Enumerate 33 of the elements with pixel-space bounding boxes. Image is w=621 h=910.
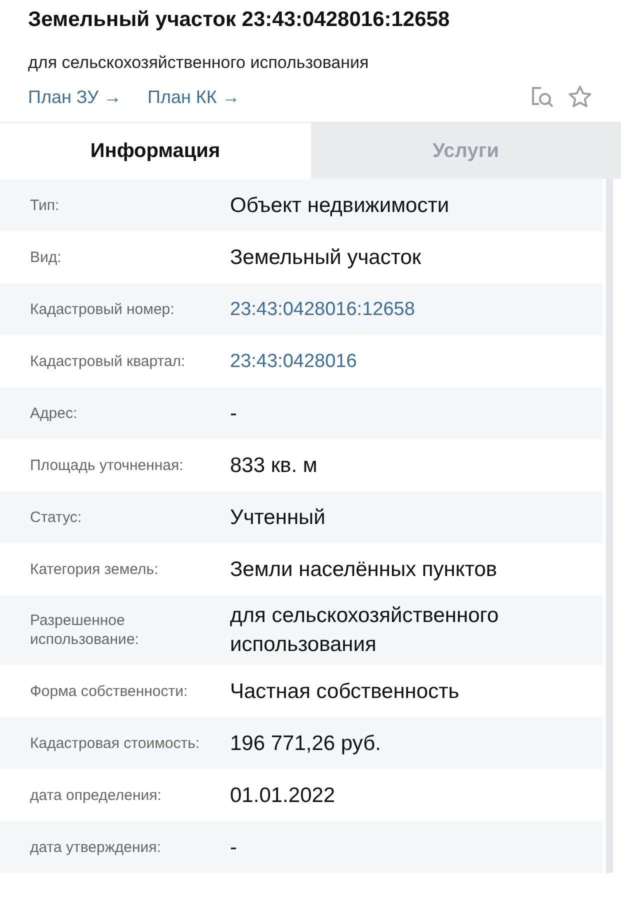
page-title: Земельный участок 23:43:0428016:12658: [28, 7, 451, 33]
field-label: Кадастровый квартал:: [30, 352, 186, 370]
scrollbar[interactable]: [606, 179, 613, 873]
field-label: Категория земель:: [30, 560, 160, 578]
search-document-icon[interactable]: [529, 84, 555, 110]
field-value: для сельскохозяйственного использования: [230, 603, 500, 658]
field-label: Статус:: [30, 508, 83, 526]
field-label: Тип:: [30, 196, 60, 214]
field-value: -: [230, 834, 238, 860]
field-label: Вид:: [30, 248, 62, 266]
field-value: 196 771,26 руб.: [230, 730, 382, 756]
plan-link[interactable]: План ЗУ →: [28, 86, 122, 108]
subtitle: для сельскохозяйственного использования: [28, 52, 370, 74]
field-label: Площадь уточненная:: [30, 456, 184, 474]
star-icon[interactable]: [567, 84, 593, 110]
field-label: Кадастровая стоимость:: [30, 734, 201, 752]
field-label: Форма собственности:: [30, 682, 189, 700]
field-value: Земельный участок: [230, 244, 422, 270]
field-label: Адрес:: [30, 404, 78, 422]
value-link[interactable]: 23:43:0428016:12658: [230, 294, 603, 324]
field-value: Земли населённых пунктов: [230, 556, 498, 582]
plan-link[interactable]: План КК →: [148, 86, 240, 108]
field-value: 833 кв. м: [230, 452, 318, 478]
field-label: дата определения:: [30, 786, 162, 804]
field-label: Разрешенное использование:: [30, 611, 140, 649]
field-value: Учтенный: [230, 504, 326, 530]
value-link[interactable]: 23:43:0428016: [230, 346, 603, 376]
field-value: -: [230, 400, 238, 426]
field-label: дата утверждения:: [30, 838, 162, 856]
field-value: Частная собственность: [230, 678, 460, 704]
field-value: 01.01.2022: [230, 782, 336, 808]
field-value: Объект недвижимости: [230, 192, 450, 218]
field-label: Кадастровый номер:: [30, 300, 176, 318]
